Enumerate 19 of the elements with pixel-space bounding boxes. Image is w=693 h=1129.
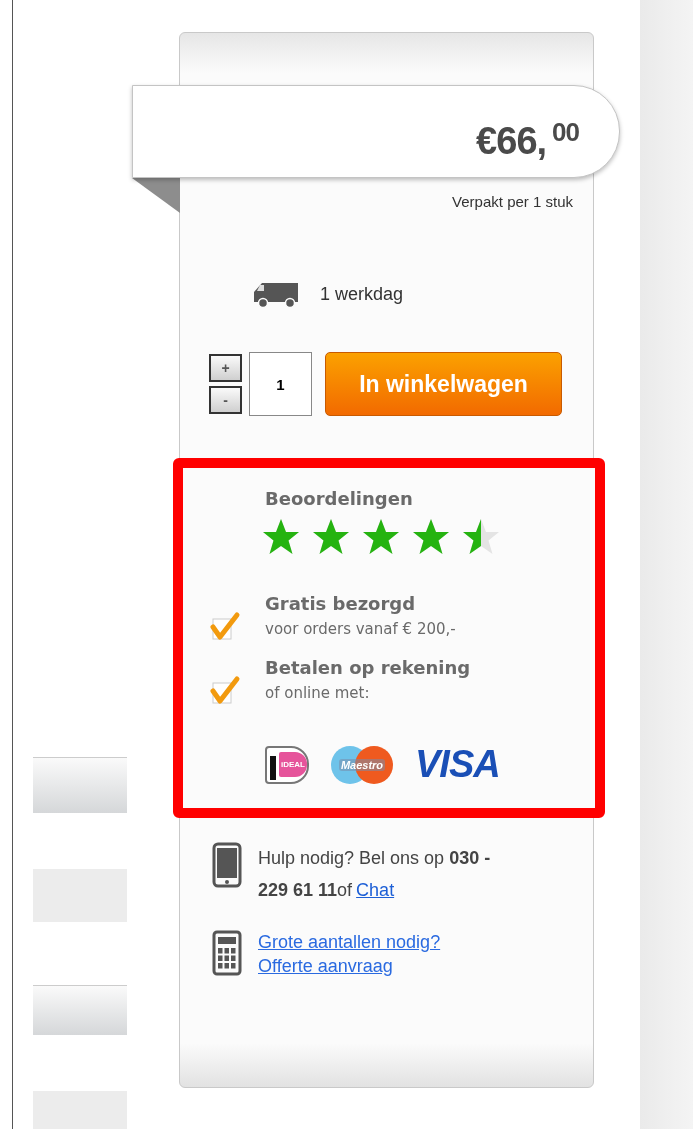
benefit-title: Gratis bezorgd bbox=[265, 593, 417, 614]
reviews-title: Beoordelingen bbox=[265, 488, 414, 509]
truck-icon bbox=[252, 280, 300, 308]
bulk-quote-link[interactable]: Grote aantallen nodig? Offerte aanvraag bbox=[258, 930, 498, 978]
packaging-text: Verpakt per 1 stuk bbox=[452, 193, 573, 210]
phone-icon bbox=[212, 842, 242, 888]
benefit-title: Betalen op rekening bbox=[265, 657, 471, 678]
quantity-field[interactable]: 1 bbox=[249, 352, 312, 416]
calculator-icon bbox=[212, 930, 242, 976]
help-text: Hulp nodig? Bel ons op 030 - 229 61 11of Chat bbox=[258, 847, 492, 902]
benefit-subtitle: of online met: bbox=[265, 684, 371, 702]
decrease-button[interactable]: - bbox=[209, 386, 242, 414]
chat-link[interactable]: Chat bbox=[356, 880, 395, 900]
visa-logo: VISA bbox=[415, 743, 500, 786]
delivery-time: 1 werkdag bbox=[320, 283, 404, 305]
ideal-logo: iDEAL bbox=[265, 745, 309, 784]
benefit-subtitle: voor orders vanaf € 200,- bbox=[265, 620, 456, 638]
ribbon-fold bbox=[132, 178, 180, 213]
increase-button[interactable]: + bbox=[209, 354, 242, 382]
